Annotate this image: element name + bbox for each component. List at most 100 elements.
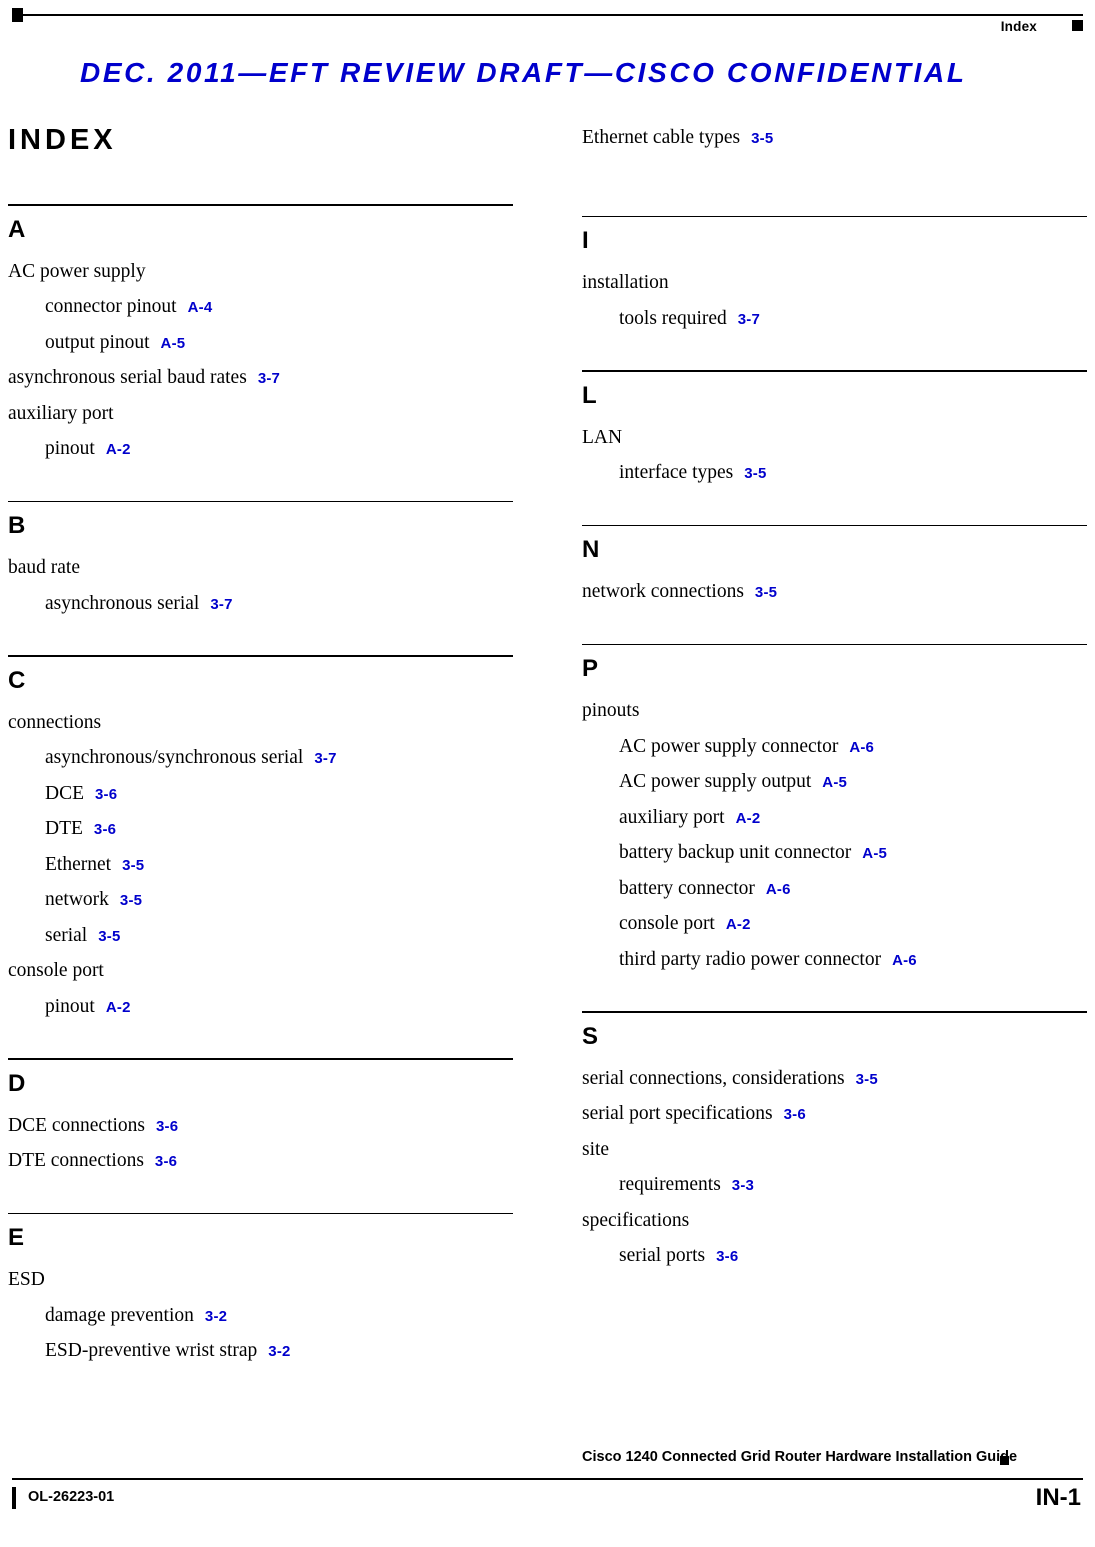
index-page-reference[interactable]: 3-6 (95, 786, 117, 803)
index-entry-text: DCE connections (8, 1114, 146, 1136)
index-page-reference[interactable]: A-2 (106, 441, 131, 458)
index-entry-text: LAN (582, 426, 623, 448)
footer-document-number: OL-26223-01 (28, 1489, 115, 1505)
index-subentry: battery connector A-6 (619, 877, 1087, 899)
index-page-reference[interactable]: 3-5 (120, 892, 142, 909)
index-entry-text: serial ports (619, 1245, 706, 1266)
index-entry-text: damage prevention (45, 1304, 194, 1326)
index-page-reference[interactable]: A-5 (862, 845, 887, 862)
index-page-reference[interactable]: A-2 (726, 916, 751, 933)
index-page-reference[interactable]: 3-3 (732, 1177, 754, 1194)
index-entry: DTE connections 3-6 (8, 1151, 513, 1171)
index-page-reference[interactable]: 3-6 (784, 1106, 806, 1123)
letter-divider (8, 1212, 513, 1214)
index-subentry: serial ports 3-6 (619, 1246, 1087, 1266)
letter-heading: E (8, 1224, 25, 1251)
letter-heading: A (8, 215, 26, 243)
index-page-reference[interactable]: A-4 (188, 299, 213, 316)
index-entry-text: site (582, 1138, 610, 1160)
index-entry-text: console port (619, 913, 715, 934)
index-page-reference[interactable]: 3-6 (94, 821, 116, 838)
index-page-reference[interactable]: 3-2 (268, 1343, 290, 1360)
index-subentry: Ethernet 3-5 (45, 853, 513, 875)
index-entry-text: AC power supply connector (619, 735, 839, 757)
index-entry-text: Ethernet (45, 853, 112, 875)
index-entry-text: requirements (619, 1174, 721, 1195)
letter-divider (582, 370, 1087, 372)
index-letter-section: Cconnections asynchronous/synchronous ser… (8, 655, 513, 1058)
index-page-reference[interactable]: 3-5 (856, 1071, 878, 1088)
index-entry-text: connector pinout (45, 296, 177, 317)
index-entry: baud rate (8, 558, 513, 578)
index-entry-text: connections (8, 711, 102, 733)
draft-banner: DEC. 2011—EFT REVIEW DRAFT—CISCO CONFIDE… (80, 57, 967, 88)
index-page-reference[interactable]: 3-7 (738, 311, 760, 328)
index-page-reference[interactable]: 3-5 (744, 465, 766, 482)
index-page-reference[interactable]: A-6 (892, 952, 917, 969)
index-page-reference[interactable]: 3-6 (716, 1248, 738, 1265)
index-entry: ESD (8, 1270, 513, 1290)
index-entry-text: DTE (45, 818, 83, 839)
letter-heading: P (582, 655, 599, 682)
index-page-reference[interactable]: A-2 (736, 810, 761, 827)
index-entry: DCE connections 3-6 (8, 1114, 513, 1136)
header-index-label: Index (1000, 19, 1037, 34)
index-subentry: serial 3-5 (45, 925, 513, 946)
index-entry-text: specifications (582, 1209, 690, 1231)
index-entry-text: console port (8, 960, 104, 981)
index-page-reference[interactable]: 3-5 (755, 584, 777, 601)
index-page-reference[interactable]: 3-5 (751, 130, 773, 147)
index-subentry: ESD-preventive wrist strap 3-2 (45, 1341, 513, 1361)
index-letter-section: Sserial connections, considerations 3-5 se… (582, 1011, 1087, 1308)
index-page-reference[interactable]: A-5 (822, 774, 847, 791)
index-page: Index DEC. 2011—EFT REVIEW DRAFT—CISCO C… (0, 0, 1095, 1547)
index-page-reference[interactable]: A-5 (161, 335, 186, 352)
index-entry-text: battery connector (619, 877, 755, 899)
letter-divider (8, 204, 513, 206)
index-entry-text: asynchronous serial (45, 592, 200, 614)
index-entry-text: pinouts (582, 700, 640, 721)
index-entry-text: ESD (8, 1269, 45, 1290)
index-page-reference[interactable]: 3-6 (156, 1118, 178, 1135)
index-letter-section: Nnetwork connections 3-5 (582, 524, 1087, 644)
index-subentry: DTE 3-6 (45, 819, 513, 839)
letter-divider (8, 500, 513, 502)
index-subentry: damage prevention 3-2 (45, 1304, 513, 1326)
index-entry: AC power supply (8, 261, 513, 282)
index-entry-text: Ethernet cable types (582, 127, 741, 148)
index-page-reference[interactable]: 3-7 (210, 596, 232, 613)
letter-divider (582, 524, 1087, 526)
index-page-reference[interactable]: 3-5 (122, 857, 144, 874)
index-subentry: connector pinout A-4 (45, 297, 513, 317)
index-subentry: pinout A-2 (45, 995, 513, 1017)
index-entry-text: asynchronous/synchronous serial (45, 747, 304, 768)
index-page-reference[interactable]: 3-7 (258, 370, 280, 387)
letter-divider (582, 1011, 1087, 1013)
index-page-reference[interactable]: 3-5 (98, 928, 120, 945)
index-entry-text: tools required (619, 307, 727, 329)
index-letter-section: Iinstallation tools required 3-7 (582, 215, 1087, 371)
index-page-reference[interactable]: A-6 (849, 739, 874, 756)
index-page-reference[interactable]: 3-2 (205, 1308, 227, 1325)
index-letter-section: Ppinouts AC power supply connector A-6 AC p… (582, 643, 1087, 1012)
index-page-reference[interactable]: A-2 (106, 999, 131, 1016)
index-entry-text: pinout (45, 995, 95, 1017)
header-rule (12, 14, 1083, 16)
index-subentry: AC power supply output A-5 (619, 772, 1087, 792)
index-subentry: tools required 3-7 (619, 307, 1087, 329)
index-entry-text: auxiliary port (619, 806, 725, 828)
footer-marker (1000, 1456, 1009, 1465)
index-entry-text: output pinout (45, 331, 150, 353)
index-page-reference[interactable]: A-6 (766, 881, 791, 898)
letter-heading: S (582, 1022, 599, 1050)
index-entry-text: serial connections, considerations (582, 1067, 845, 1089)
index-entry-text: network connections (582, 581, 744, 602)
index-page-reference[interactable]: 3-6 (155, 1153, 177, 1170)
index-page-reference[interactable]: 3-7 (314, 750, 336, 767)
